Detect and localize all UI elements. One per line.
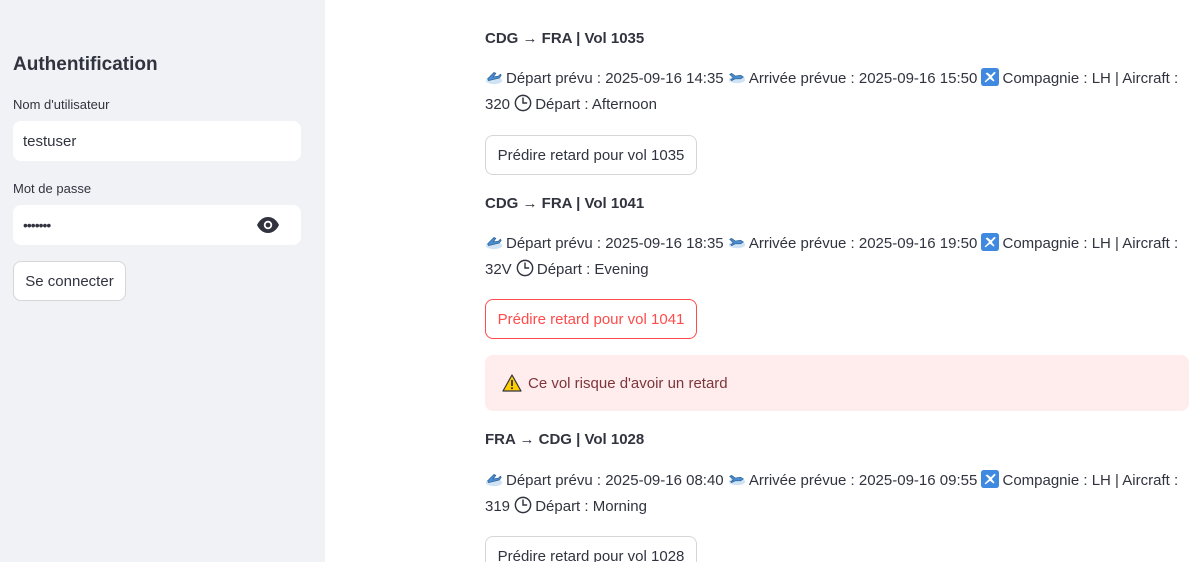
sidebar-title: Authentification xyxy=(13,54,158,75)
aircraft-code: 320 xyxy=(485,96,511,113)
depart-planned: Départ prévu : 2025-09-16 08:40 xyxy=(506,472,724,489)
airplane-icon xyxy=(981,68,999,86)
flight-title: CDG → FRA | Vol 1035 xyxy=(485,30,645,47)
depart-planned: Départ prévu : 2025-09-16 18:35 xyxy=(506,235,724,252)
predict-button-1041[interactable]: Prédire retard pour vol 1041 xyxy=(485,299,697,339)
company-info: Compagnie : LH | Aircraft : xyxy=(1002,235,1179,252)
company-info: Compagnie : LH | Aircraft : xyxy=(1002,472,1179,489)
username-input[interactable]: testuser xyxy=(13,121,301,161)
company-info: Compagnie : LH | Aircraft : xyxy=(1002,70,1179,87)
password-label: Mot de passe xyxy=(13,181,92,196)
airplane-icon xyxy=(981,470,999,488)
depart-period: Départ : Evening xyxy=(536,261,649,278)
username-label: Nom d'utilisateur xyxy=(13,97,110,112)
clock-icon xyxy=(514,496,532,514)
depart-period: Départ : Afternoon xyxy=(535,96,657,113)
aircraft-code: 32V xyxy=(485,261,512,278)
flight-title: FRA → CDG | Vol 1028 xyxy=(485,431,645,448)
flight-title: CDG → FRA | Vol 1041 xyxy=(485,195,645,212)
departure-icon xyxy=(485,68,503,86)
arrival-planned: Arrivée prévue : 2025-09-16 09:55 xyxy=(748,472,978,489)
arrival-planned: Arrivée prévue : 2025-09-16 19:50 xyxy=(748,235,978,252)
delay-warning-alert: Ce vol risque d'avoir un retard xyxy=(485,355,1189,411)
warning-text: Ce vol risque d'avoir un retard xyxy=(528,374,728,392)
flight-info: Départ prévu : 2025-09-16 18:35 Arrivée … xyxy=(485,231,1185,283)
depart-period: Départ : Morning xyxy=(535,498,647,515)
warning-icon xyxy=(502,374,522,392)
predict-button-1035[interactable]: Prédire retard pour vol 1035 xyxy=(485,135,697,175)
sidebar: Authentification Nom d'utilisateur testu… xyxy=(0,0,325,562)
predict-button-1028[interactable]: Prédire retard pour vol 1028 xyxy=(485,536,697,562)
clock-icon xyxy=(516,259,534,277)
arrival-icon xyxy=(728,233,746,251)
flight-info: Départ prévu : 2025-09-16 14:35 Arrivée … xyxy=(485,66,1185,118)
aircraft-code: 319 xyxy=(485,498,511,515)
arrival-icon xyxy=(728,68,746,86)
depart-planned: Départ prévu : 2025-09-16 14:35 xyxy=(506,70,724,87)
departure-icon xyxy=(485,233,503,251)
flight-info: Départ prévu : 2025-09-16 08:40 Arrivée … xyxy=(485,468,1185,520)
departure-icon xyxy=(485,470,503,488)
arrival-planned: Arrivée prévue : 2025-09-16 15:50 xyxy=(748,70,978,87)
arrival-icon xyxy=(728,470,746,488)
login-button[interactable]: Se connecter xyxy=(13,261,126,301)
airplane-icon xyxy=(981,233,999,251)
eye-icon[interactable] xyxy=(256,216,280,234)
clock-icon xyxy=(514,94,532,112)
